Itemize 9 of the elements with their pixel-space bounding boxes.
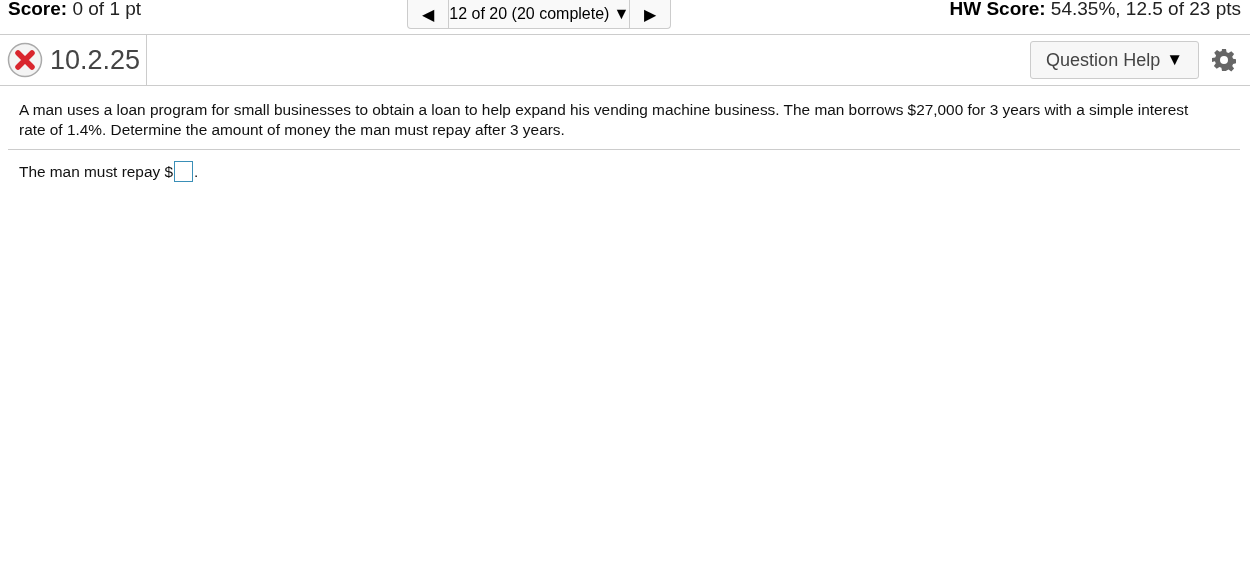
settings-icon[interactable] bbox=[1212, 48, 1236, 72]
answer-label: The man must repay $ bbox=[19, 161, 173, 182]
answer-field[interactable] bbox=[174, 161, 193, 182]
score-text: Score: 0 of 1 pt bbox=[8, 0, 142, 19]
question-number: 10.2.25 bbox=[50, 44, 141, 76]
question-help-button[interactable]: Question Help ▼ bbox=[1030, 41, 1199, 79]
hw-score-text: HW Score: 54.35%, 12.5 of 23 pts bbox=[949, 0, 1241, 19]
answer-period: . bbox=[194, 161, 199, 182]
question-text: A man uses a loan program for small businesses to obtain a loan to help expand his vending machine business. The man borrows $27,000 for 3 years with a simple interest rate of 1.4%. Determine the amount of money the man must repay after 3 years. bbox=[8, 100, 1240, 150]
